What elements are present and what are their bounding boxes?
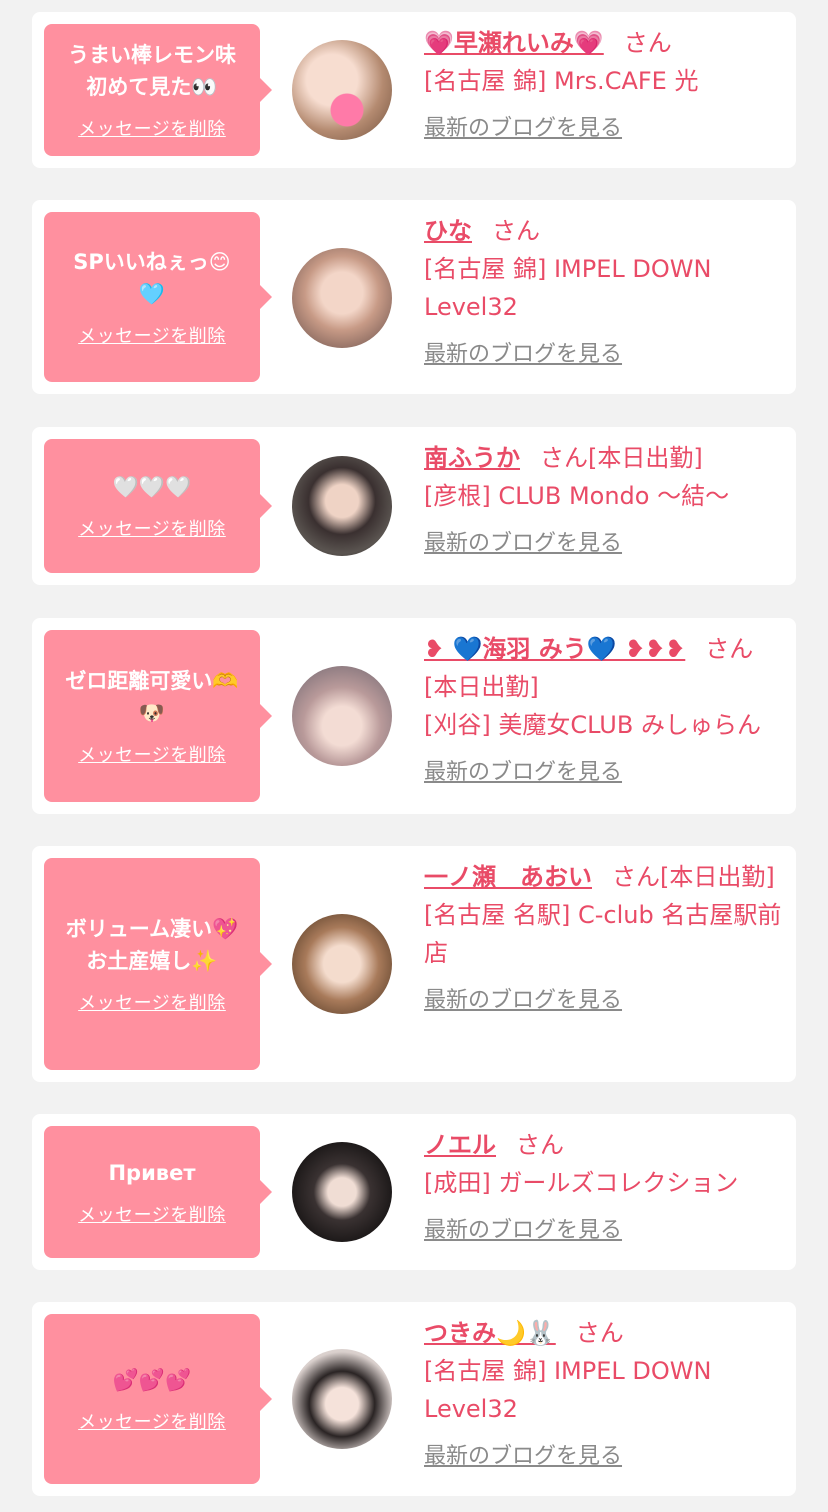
message-card: 🤍🤍🤍 メッセージを削除 南ふうか さん[本日出勤] [彦根] CLUB Mond… — [32, 427, 796, 585]
message-card: SPいいねぇっ😊 🩵 メッセージを削除 ひな さん [名古屋 錦] IMPEL D… — [32, 200, 796, 394]
avatar[interactable] — [292, 1349, 392, 1449]
message-card: Привет メッセージを削除 ノエル さん [成田] ガールズコレクション 最新… — [32, 1114, 796, 1270]
message-bubble: 🤍🤍🤍 メッセージを削除 — [44, 439, 272, 573]
honorific: さん — [612, 863, 660, 891]
cast-info: ひな さん [名古屋 錦] IMPEL DOWN Level32 最新のブログを見… — [424, 212, 784, 374]
shop-name: [刈谷] 美魔女CLUB みしゅらん — [424, 711, 761, 739]
shop-name: [彦根] CLUB Mondo 〜結〜 — [424, 482, 730, 510]
avatar[interactable] — [292, 40, 392, 140]
message-bubble: ボリューム凄い💖 お土産嬉し✨ メッセージを削除 — [44, 858, 272, 1070]
avatar[interactable] — [292, 248, 392, 348]
message-bubble: SPいいねぇっ😊 🩵 メッセージを削除 — [44, 212, 272, 382]
cast-name-link[interactable]: 南ふうか — [424, 444, 520, 472]
honorific: さん — [516, 1131, 564, 1159]
message-card: 💕💕💕 メッセージを削除 つきみ🌙🐰 さん [名古屋 錦] IMPEL DOWN … — [32, 1302, 796, 1496]
honorific: さん — [492, 217, 540, 245]
cast-name-link[interactable]: 💗早瀬れいみ💗 — [424, 29, 604, 57]
attendance-status: [本日出勤] — [660, 863, 775, 891]
latest-blog-link[interactable]: 最新のブログを見る — [424, 525, 622, 563]
cast-info: 💗早瀬れいみ💗 さん [名古屋 錦] Mrs.CAFE 光 最新のブログを見る — [424, 24, 784, 148]
honorific: さん — [540, 444, 588, 472]
honorific: さん — [705, 635, 754, 663]
message-card: うまい棒レモン味 初めて見た👀 メッセージを削除 💗早瀬れいみ💗 さん [名古屋 … — [32, 12, 796, 168]
cast-name-link[interactable]: 一ノ瀬 あおい — [424, 863, 592, 891]
latest-blog-link[interactable]: 最新のブログを見る — [424, 1438, 622, 1476]
shop-name: [名古屋 名駅] C-club 名古屋駅前店 — [424, 901, 782, 967]
cast-info: ❥ 💙海羽 みう💙 ❥❥❥ さん [本日出勤] [刈谷] 美魔女CLUB みしゅらん… — [424, 630, 784, 792]
message-text: 💕💕💕 — [112, 1368, 192, 1392]
shop-name: [名古屋 錦] IMPEL DOWN Level32 — [424, 255, 712, 321]
latest-blog-link[interactable]: 最新のブログを見る — [424, 110, 622, 148]
message-bubble: 💕💕💕 メッセージを削除 — [44, 1314, 272, 1484]
delete-message-link[interactable]: メッセージを削除 — [78, 515, 226, 541]
honorific: さん — [623, 29, 672, 57]
cast-info: つきみ🌙🐰 さん [名古屋 錦] IMPEL DOWN Level32 最新のブロ… — [424, 1314, 784, 1476]
message-text: Привет — [108, 1161, 196, 1185]
delete-message-link[interactable]: メッセージを削除 — [78, 741, 226, 767]
avatar[interactable] — [292, 1142, 392, 1242]
latest-blog-link[interactable]: 最新のブログを見る — [424, 982, 622, 1020]
cast-name-link[interactable]: ❥ 💙海羽 みう💙 ❥❥❥ — [424, 635, 685, 663]
honorific: さん — [575, 1319, 624, 1347]
cast-name-link[interactable]: ひな — [424, 217, 472, 245]
shop-name: [名古屋 錦] Mrs.CAFE 光 — [424, 67, 699, 95]
attendance-status: [本日出勤] — [588, 444, 703, 472]
latest-blog-link[interactable]: 最新のブログを見る — [424, 754, 622, 792]
cast-info: 一ノ瀬 あおい さん[本日出勤] [名古屋 名駅] C-club 名古屋駅前店 最… — [424, 858, 784, 1020]
attendance-status: [本日出勤] — [424, 673, 539, 701]
latest-blog-link[interactable]: 最新のブログを見る — [424, 336, 622, 374]
delete-message-link[interactable]: メッセージを削除 — [78, 1201, 226, 1227]
message-bubble: うまい棒レモン味 初めて見た👀 メッセージを削除 — [44, 24, 272, 156]
message-card: ボリューム凄い💖 お土産嬉し✨ メッセージを削除 一ノ瀬 あおい さん[本日出勤]… — [32, 846, 796, 1082]
delete-message-link[interactable]: メッセージを削除 — [78, 115, 226, 141]
message-text: うまい棒レモン味 初めて見た👀 — [68, 43, 236, 99]
message-text: 🤍🤍🤍 — [112, 475, 192, 499]
message-text: SPいいねぇっ😊 🩵 — [73, 250, 231, 306]
shop-name: [名古屋 錦] IMPEL DOWN Level32 — [424, 1357, 712, 1423]
cast-name-link[interactable]: ノエル — [424, 1131, 496, 1159]
avatar[interactable] — [292, 914, 392, 1014]
cast-name-link[interactable]: つきみ🌙🐰 — [424, 1319, 556, 1347]
message-bubble: ゼロ距離可愛い🫶 🐶 メッセージを削除 — [44, 630, 272, 802]
message-text: ゼロ距離可愛い🫶 🐶 — [65, 669, 239, 725]
cast-info: ノエル さん [成田] ガールズコレクション 最新のブログを見る — [424, 1126, 784, 1250]
shop-name: [成田] ガールズコレクション — [424, 1169, 739, 1197]
delete-message-link[interactable]: メッセージを削除 — [78, 322, 226, 348]
message-card: ゼロ距離可愛い🫶 🐶 メッセージを削除 ❥ 💙海羽 みう💙 ❥❥❥ さん [本日出勤… — [32, 618, 796, 814]
avatar[interactable] — [292, 666, 392, 766]
message-text: ボリューム凄い💖 お土産嬉し✨ — [65, 917, 239, 973]
delete-message-link[interactable]: メッセージを削除 — [78, 1408, 226, 1434]
latest-blog-link[interactable]: 最新のブログを見る — [424, 1212, 622, 1250]
avatar[interactable] — [292, 456, 392, 556]
cast-info: 南ふうか さん[本日出勤] [彦根] CLUB Mondo 〜結〜 最新のブログを… — [424, 439, 784, 563]
message-bubble: Привет メッセージを削除 — [44, 1126, 272, 1258]
delete-message-link[interactable]: メッセージを削除 — [78, 989, 226, 1015]
